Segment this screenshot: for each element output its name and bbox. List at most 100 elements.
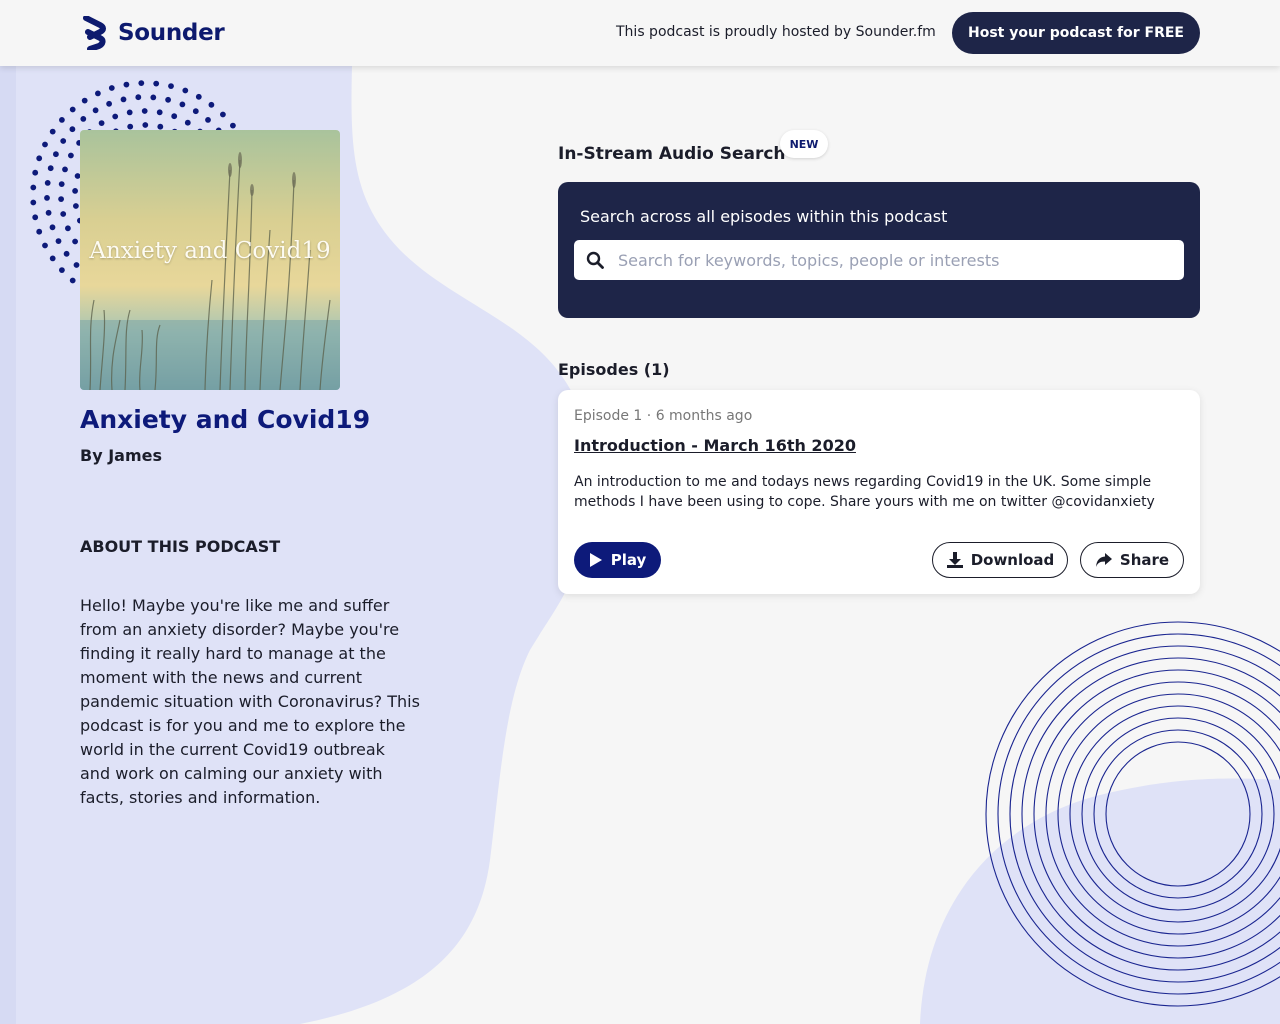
decorative-dot <box>63 250 70 257</box>
hosted-by-text: This podcast is proudly hosted by Sounde… <box>616 24 936 40</box>
decorative-dot <box>150 94 157 101</box>
decorative-ring <box>985 621 1280 1007</box>
decorative-dot <box>135 94 142 101</box>
decorative-dot <box>55 238 62 245</box>
decorative-dot <box>47 165 54 172</box>
decorative-dot <box>60 211 67 217</box>
decorative-dot <box>179 101 186 108</box>
decorative-dot <box>42 141 48 148</box>
decorative-dot <box>171 113 178 120</box>
decorative-ring <box>1093 729 1263 899</box>
decorative-dot <box>92 107 99 114</box>
decorative-dot <box>208 101 215 108</box>
search-description: Search across all episodes within this p… <box>580 207 948 226</box>
decorative-dot <box>73 262 80 268</box>
decorative-dot <box>138 80 145 86</box>
play-button[interactable]: Play <box>574 542 661 578</box>
brand-name: Sounder <box>118 20 225 46</box>
decorative-dot <box>108 85 115 91</box>
decorative-dot <box>230 122 236 129</box>
decorative-dot <box>49 255 56 262</box>
decorative-dot <box>126 109 133 116</box>
decorative-dot <box>106 100 112 107</box>
decorative-dot <box>32 169 39 176</box>
cover-title-text: Anxiety and Covid19 <box>89 238 331 264</box>
decorative-ring <box>1081 717 1275 911</box>
download-button[interactable]: Download <box>932 542 1068 578</box>
decorative-dot <box>69 106 76 113</box>
decorative-dot <box>36 228 43 235</box>
decorative-dot <box>58 181 65 188</box>
decorative-dot <box>168 83 174 89</box>
decorative-dot <box>220 111 226 118</box>
search-icon <box>586 251 604 269</box>
download-label: Download <box>970 551 1055 569</box>
decorative-dot <box>73 203 79 209</box>
decorative-dot <box>80 116 87 122</box>
episode-description: An introduction to me and todays news re… <box>574 474 1155 510</box>
decorative-ring <box>1033 669 1280 959</box>
podcast-title: Anxiety and Covid19 <box>80 405 371 434</box>
decorative-dot <box>59 267 65 273</box>
decorative-dot <box>141 108 148 114</box>
decorative-dot <box>123 81 130 88</box>
decorative-dot <box>112 113 119 120</box>
sounder-logo-icon <box>83 16 106 50</box>
decorative-dot <box>153 80 160 87</box>
decorative-dot <box>42 242 48 249</box>
share-label: Share <box>1119 551 1170 569</box>
decorative-dot <box>120 96 127 103</box>
play-label: Play <box>610 551 647 569</box>
concentric-circles-decoration <box>985 621 1280 1007</box>
decorative-dot <box>68 152 74 159</box>
about-fade-overlay <box>80 804 420 836</box>
decorative-dot <box>32 214 39 221</box>
decorative-dot <box>95 90 101 97</box>
decorative-dot <box>72 238 78 245</box>
decorative-dot <box>195 93 202 100</box>
audio-search-heading: In-Stream Audio Search <box>558 144 786 164</box>
decorative-dot <box>58 196 64 203</box>
search-box[interactable] <box>574 240 1184 280</box>
decorative-dot <box>45 209 52 216</box>
decorative-ring <box>1009 645 1280 983</box>
host-podcast-button[interactable]: Host your podcast for FREE <box>952 12 1200 54</box>
new-badge: NEW <box>780 130 828 158</box>
episodes-heading: Episodes (1) <box>558 360 670 379</box>
decorative-dot <box>36 155 43 162</box>
episode-title-link[interactable]: Introduction - March 16th 2020 <box>574 436 856 455</box>
decorative-dot <box>72 188 78 194</box>
top-bar: Sounder This podcast is proudly hosted b… <box>0 0 1280 66</box>
share-button[interactable]: Share <box>1080 542 1184 578</box>
decorative-dot <box>127 123 134 130</box>
brand-logo[interactable]: Sounder <box>80 16 225 50</box>
decorative-dot <box>81 97 88 104</box>
episode-meta: Episode 1 · 6 months ago <box>574 408 753 424</box>
decorative-ring <box>1057 693 1280 935</box>
decorative-dot <box>44 180 51 186</box>
decorative-ring <box>1021 657 1280 971</box>
decorative-dot <box>69 126 76 133</box>
about-description: Hello! Maybe you're like me and suffer f… <box>80 596 420 807</box>
decorative-dot <box>59 117 65 123</box>
play-icon <box>589 553 602 567</box>
decorative-dot <box>205 117 211 123</box>
decorative-dot <box>142 122 149 128</box>
download-icon <box>946 552 963 568</box>
decorative-dot <box>184 119 191 126</box>
decorative-dot <box>98 120 105 126</box>
episode-card: Episode 1 · 6 months ago Introduction - … <box>558 390 1200 594</box>
decorative-dot <box>192 108 199 115</box>
search-panel: Search across all episodes within this p… <box>558 182 1200 318</box>
decorative-ring <box>1045 681 1280 947</box>
decorative-ring <box>1105 741 1251 887</box>
search-input[interactable] <box>618 248 1168 272</box>
decorative-dot <box>182 87 189 94</box>
share-icon <box>1095 553 1112 567</box>
decorative-dot <box>53 151 59 158</box>
decorative-dot <box>30 199 37 206</box>
decorative-dot <box>157 123 164 130</box>
decorative-dot <box>30 184 37 191</box>
about-heading: ABOUT THIS PODCAST <box>80 537 281 556</box>
decorative-ring <box>1069 705 1280 923</box>
